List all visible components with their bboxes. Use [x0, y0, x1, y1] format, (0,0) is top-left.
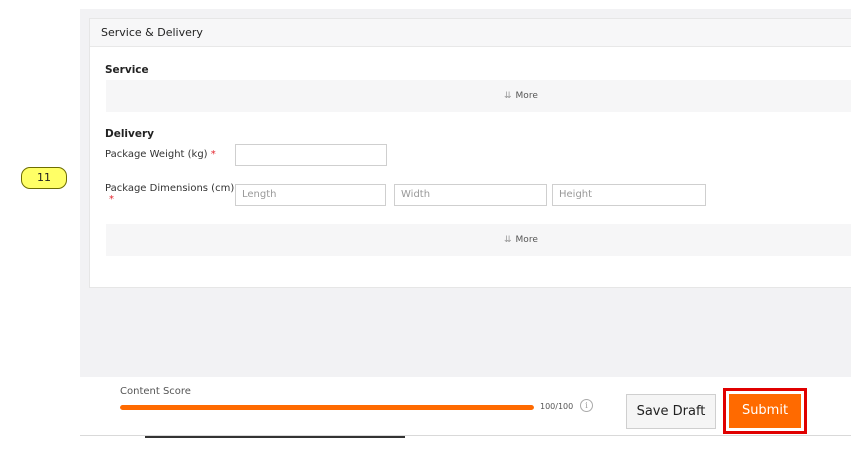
- required-marker: *: [210, 149, 216, 160]
- content-score-value: 100/100: [540, 402, 574, 411]
- package-dimensions-label-text: Package Dimensions (cm): [105, 183, 235, 194]
- package-weight-label-text: Package Weight (kg): [105, 149, 208, 160]
- footer-accent-line: [145, 436, 405, 438]
- width-input[interactable]: Width: [394, 184, 547, 206]
- service-section-title: Service: [105, 64, 149, 76]
- save-draft-button[interactable]: Save Draft: [626, 394, 716, 429]
- length-input[interactable]: Length: [235, 184, 386, 206]
- delivery-section-title: Delivery: [105, 128, 155, 140]
- annotation-badge: 11: [21, 167, 67, 189]
- page: 11 Service & Delivery Service ⇊ More Deli…: [0, 0, 851, 449]
- package-dimensions-label: Package Dimensions (cm): [105, 183, 234, 194]
- package-weight-label: Package Weight (kg) *: [105, 149, 216, 160]
- delivery-more-bar[interactable]: ⇊ More: [106, 224, 851, 256]
- double-chevron-down-icon: ⇊: [504, 235, 512, 245]
- service-delivery-card: Service & Delivery Service ⇊ More Deliver…: [89, 18, 851, 288]
- package-weight-input[interactable]: [235, 144, 387, 166]
- content-score-bar: [120, 405, 534, 410]
- service-more-bar[interactable]: ⇊ More: [106, 80, 851, 112]
- double-chevron-down-icon: ⇊: [504, 91, 512, 101]
- card-header: Service & Delivery: [90, 19, 851, 47]
- delivery-more-button[interactable]: ⇊ More: [504, 224, 538, 256]
- height-input[interactable]: Height: [552, 184, 706, 206]
- service-more-button[interactable]: ⇊ More: [504, 80, 538, 112]
- service-more-label: More: [515, 91, 538, 101]
- required-marker: *: [109, 194, 114, 205]
- info-circle-icon[interactable]: i: [580, 399, 593, 412]
- submit-button[interactable]: Submit: [729, 394, 801, 428]
- content-score-fill: [120, 405, 534, 410]
- delivery-more-label: More: [515, 235, 538, 245]
- content-score-label: Content Score: [120, 386, 191, 397]
